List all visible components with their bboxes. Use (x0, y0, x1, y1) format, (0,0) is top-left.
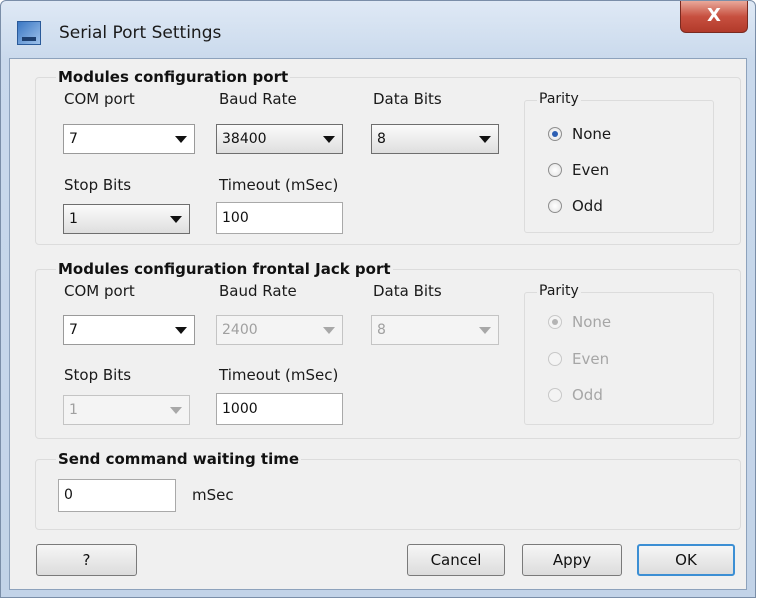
cancel-button[interactable]: Cancel (407, 544, 505, 576)
close-button[interactable]: X (680, 1, 748, 33)
group-title: Modules configuration port (56, 68, 291, 86)
baud-rate-value: 38400 (222, 131, 267, 147)
baud-rate-dropdown[interactable]: 38400 (216, 124, 343, 154)
stop-bits-label: Stop Bits (64, 366, 132, 384)
data-bits-dropdown[interactable]: 8 (371, 124, 499, 154)
com-port-dropdown[interactable]: 7 (63, 124, 195, 154)
timeout-label: Timeout (mSec) (219, 176, 339, 194)
parity-group: Parity None Even Odd (524, 283, 714, 425)
radio-icon (548, 199, 562, 213)
data-bits-value: 8 (377, 322, 386, 338)
data-bits-value: 8 (377, 131, 386, 147)
dialog-body: Modules configuration port COM port 7 Ba… (9, 58, 747, 590)
waiting-time-value: 0 (64, 487, 73, 503)
group-title: Send command waiting time (56, 450, 302, 468)
ok-button[interactable]: OK (637, 544, 735, 576)
title-bar[interactable]: Serial Port Settings X (1, 1, 755, 57)
chevron-down-icon (175, 136, 187, 143)
chevron-down-icon (323, 136, 335, 143)
com-port-value: 7 (69, 131, 78, 147)
radio-label: Odd (572, 197, 603, 215)
baud-rate-label: Baud Rate (219, 282, 297, 300)
app-icon (17, 21, 41, 45)
stop-bits-dropdown[interactable]: 1 (63, 395, 190, 425)
radio-icon (548, 388, 562, 402)
radio-icon (548, 352, 562, 366)
waiting-time-unit: mSec (192, 486, 234, 504)
parity-group: Parity None Even Odd (524, 91, 714, 233)
parity-title: Parity (537, 283, 581, 299)
stop-bits-value: 1 (69, 211, 78, 227)
parity-title: Parity (537, 91, 581, 107)
apply-button[interactable]: Appy (522, 544, 622, 576)
radio-icon (548, 163, 562, 177)
baud-rate-label: Baud Rate (219, 90, 297, 108)
timeout-input[interactable]: 1000 (216, 393, 343, 425)
waiting-time-group: Send command waiting time 0 mSec (35, 450, 741, 530)
waiting-time-input[interactable]: 0 (58, 479, 176, 512)
radio-label: Even (572, 161, 610, 179)
stop-bits-dropdown[interactable]: 1 (63, 204, 190, 234)
radio-label: None (572, 125, 612, 143)
radio-label: Odd (572, 386, 603, 404)
timeout-value: 100 (222, 210, 249, 226)
help-button[interactable]: ? (36, 544, 137, 576)
radio-label: Even (572, 350, 610, 368)
com-port-label: COM port (64, 90, 135, 108)
timeout-value: 1000 (222, 401, 258, 417)
frontal-jack-port-group: Modules configuration frontal Jack port … (35, 260, 741, 439)
data-bits-label: Data Bits (373, 282, 442, 300)
chevron-down-icon (479, 327, 491, 334)
baud-rate-value: 2400 (222, 322, 258, 338)
chevron-down-icon (479, 136, 491, 143)
radio-selected-icon (548, 315, 562, 329)
data-bits-dropdown[interactable]: 8 (371, 315, 499, 345)
chevron-down-icon (170, 407, 182, 414)
com-port-label: COM port (64, 282, 135, 300)
stop-bits-label: Stop Bits (64, 176, 132, 194)
radio-label: None (572, 313, 612, 331)
chevron-down-icon (323, 327, 335, 334)
radio-selected-icon (548, 127, 562, 141)
chevron-down-icon (170, 216, 182, 223)
chevron-down-icon (175, 327, 187, 334)
baud-rate-dropdown[interactable]: 2400 (216, 315, 343, 345)
serial-port-settings-dialog: Serial Port Settings X Modules configura… (0, 0, 756, 598)
com-port-dropdown[interactable]: 7 (63, 315, 195, 345)
modules-configuration-port-group: Modules configuration port COM port 7 Ba… (35, 68, 741, 245)
group-title: Modules configuration frontal Jack port (56, 260, 393, 278)
timeout-input[interactable]: 100 (216, 202, 343, 234)
com-port-value: 7 (69, 322, 78, 338)
timeout-label: Timeout (mSec) (219, 366, 339, 384)
data-bits-label: Data Bits (373, 90, 442, 108)
window-title: Serial Port Settings (59, 23, 222, 43)
stop-bits-value: 1 (69, 402, 78, 418)
